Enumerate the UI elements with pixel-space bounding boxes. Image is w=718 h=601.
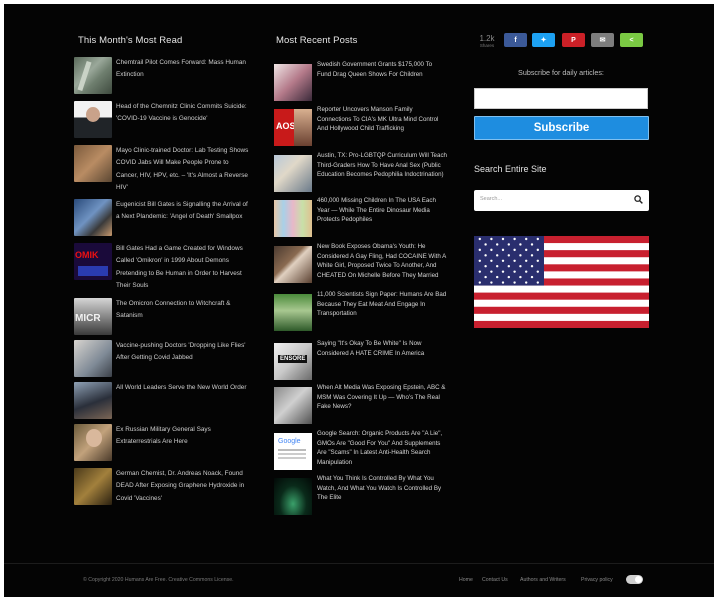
article-thumbnail[interactable] — [74, 145, 112, 182]
recent-post-item[interactable]: When Alt Media Was Exposing Epstein, ABC… — [274, 383, 448, 427]
recent-post-item[interactable]: What You Think Is Controlled By What You… — [274, 474, 448, 518]
article-thumbnail[interactable] — [74, 340, 112, 377]
post-title-link[interactable]: Saying "It's Okay To Be White" Is Now Co… — [317, 339, 447, 358]
recent-post-item[interactable]: Swedish Government Grants $175,000 To Fu… — [274, 60, 448, 104]
pinterest-share-button[interactable]: P — [562, 33, 585, 47]
american-flag-image — [474, 236, 649, 328]
more-share-button[interactable]: < — [620, 33, 643, 47]
subscribe-button[interactable]: Subscribe — [474, 116, 649, 140]
most-read-item[interactable]: German Chemist, Dr. Andreas Noack, Found… — [74, 467, 250, 507]
post-thumbnail[interactable] — [274, 343, 312, 380]
email-icon: ✉ — [599, 37, 606, 44]
recent-post-item[interactable]: 460,000 Missing Children In The USA Each… — [274, 196, 448, 240]
copyright-text: © Copyright 2020 Humans Are Free. Creati… — [83, 577, 234, 583]
post-title-link[interactable]: 460,000 Missing Children In The USA Each… — [317, 196, 447, 225]
post-thumbnail[interactable] — [274, 433, 312, 470]
most-read-item[interactable]: Vaccine-pushing Doctors 'Dropping Like F… — [74, 339, 250, 379]
post-title-link[interactable]: When Alt Media Was Exposing Epstein, ABC… — [317, 383, 447, 412]
most-read-item[interactable]: Eugenicist Bill Gates is Signalling the … — [74, 198, 250, 238]
search-placeholder: Search... — [480, 196, 503, 202]
post-thumbnail[interactable] — [274, 246, 312, 283]
post-title-link[interactable]: New Book Exposes Obama's Youth: He Consi… — [317, 242, 447, 280]
article-thumbnail[interactable] — [74, 424, 112, 461]
post-thumbnail[interactable] — [274, 64, 312, 101]
facebook-share-button[interactable]: f — [504, 33, 527, 47]
search-icon[interactable] — [634, 195, 643, 204]
share-icon: < — [629, 36, 634, 44]
post-title-link[interactable]: Reporter Uncovers Manson Family Connecti… — [317, 105, 447, 134]
most-read-item[interactable]: All World Leaders Serve the New World Or… — [74, 381, 250, 421]
article-thumbnail[interactable] — [74, 57, 112, 94]
post-thumbnail[interactable] — [274, 478, 312, 515]
article-thumbnail[interactable] — [74, 199, 112, 236]
recent-post-item[interactable]: Reporter Uncovers Manson Family Connecti… — [274, 105, 448, 149]
recent-post-item[interactable]: New Book Exposes Obama's Youth: He Consi… — [274, 242, 448, 286]
article-thumbnail[interactable] — [74, 382, 112, 419]
search-title: Search Entire Site — [474, 164, 547, 174]
recent-post-item[interactable]: Austin, TX: Pro-LGBTQP Curriculum Will T… — [274, 151, 448, 195]
share-count: 1.2k Shares — [474, 34, 500, 48]
footer-link-contact[interactable]: Contact Us — [482, 577, 508, 583]
recent-posts-heading: Most Recent Posts — [276, 35, 358, 46]
most-read-item[interactable]: Ex Russian Military General Says Extrate… — [74, 423, 250, 463]
post-thumbnail[interactable] — [274, 294, 312, 331]
article-thumbnail[interactable] — [74, 298, 112, 335]
most-read-item[interactable]: Mayo Clinic-trained Doctor: Lab Testing … — [74, 144, 250, 194]
article-thumbnail[interactable] — [74, 243, 112, 280]
post-thumbnail[interactable] — [274, 155, 312, 192]
twitter-share-button[interactable]: ✦ — [532, 33, 555, 47]
email-field[interactable] — [474, 88, 648, 109]
most-read-item[interactable]: Chemtrail Pilot Comes Forward: Mass Huma… — [74, 56, 250, 96]
pinterest-icon: P — [571, 36, 576, 44]
share-count-value: 1.2k — [479, 34, 495, 43]
article-thumbnail[interactable] — [74, 101, 112, 138]
post-title-link[interactable]: Swedish Government Grants $175,000 To Fu… — [317, 60, 447, 79]
post-thumbnail[interactable] — [274, 387, 312, 424]
footer-link-privacy[interactable]: Privacy policy — [581, 577, 613, 583]
recent-post-item[interactable]: 11,000 Scientists Sign Paper: Humans Are… — [274, 290, 448, 334]
theme-toggle[interactable] — [626, 575, 643, 584]
post-thumbnail[interactable] — [274, 109, 312, 146]
recent-post-item[interactable]: Google Search: Organic Products Are "A L… — [274, 429, 448, 473]
twitter-icon: ✦ — [540, 37, 547, 44]
subscribe-label: Subscribe for daily articles: — [518, 68, 604, 77]
facebook-icon: f — [514, 36, 517, 44]
most-read-item[interactable]: Head of the Chemnitz Clinic Commits Suic… — [74, 100, 250, 140]
most-read-heading: This Month's Most Read — [78, 35, 183, 46]
most-read-item[interactable]: The Omicron Connection to Witchcraft & S… — [74, 297, 250, 337]
article-thumbnail[interactable] — [74, 468, 112, 505]
footer-link-home[interactable]: Home — [459, 577, 473, 583]
most-read-item[interactable]: Bill Gates Had a Game Created for Window… — [74, 242, 250, 292]
post-title-link[interactable]: What You Think Is Controlled By What You… — [317, 474, 447, 503]
post-thumbnail[interactable] — [274, 200, 312, 237]
share-count-label: Shares — [479, 43, 495, 48]
search-input[interactable]: Search... — [474, 190, 649, 211]
footer-link-authors[interactable]: Authors and Writers — [520, 577, 566, 583]
recent-post-item[interactable]: Saying "It's Okay To Be White" Is Now Co… — [274, 339, 448, 383]
post-title-link[interactable]: 11,000 Scientists Sign Paper: Humans Are… — [317, 290, 447, 319]
email-share-button[interactable]: ✉ — [591, 33, 614, 47]
footer-divider — [4, 563, 714, 564]
post-title-link[interactable]: Austin, TX: Pro-LGBTQP Curriculum Will T… — [317, 151, 447, 180]
post-title-link[interactable]: Google Search: Organic Products Are "A L… — [317, 429, 447, 467]
